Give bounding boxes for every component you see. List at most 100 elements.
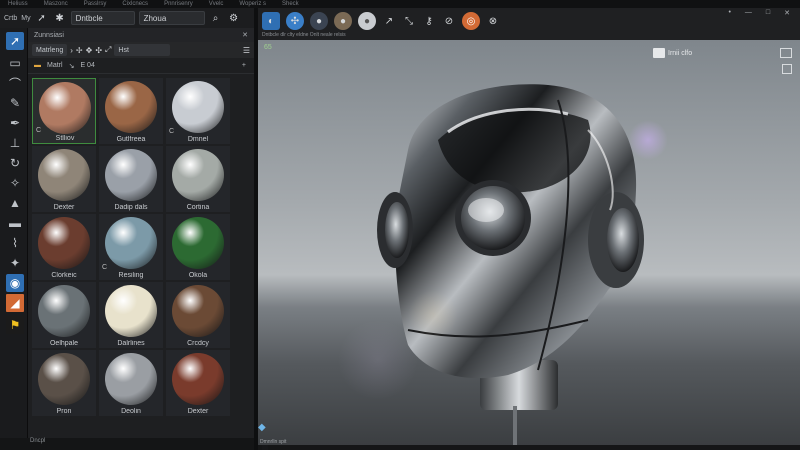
preset-select[interactable]: Hst	[114, 44, 171, 56]
chevron-right-icon[interactable]: ›	[70, 46, 73, 55]
cursor-icon[interactable]: ➚	[35, 11, 49, 25]
material-grid: Stlliov C Gutlfreea Dmnel C Dexter Dadip dals C…	[32, 78, 238, 438]
brush-tool-icon[interactable]: ✎	[6, 94, 24, 112]
sort-icon[interactable]: ☰	[243, 46, 250, 55]
material-name: Pron	[56, 408, 72, 415]
lasso-tool-icon[interactable]: ⌒	[6, 74, 24, 92]
smudge-tool-icon[interactable]: ✧	[6, 174, 24, 192]
tool-icon[interactable]: ✣	[95, 46, 102, 55]
toolbar-button[interactable]: My	[21, 15, 30, 22]
material-swatch[interactable]: Deolin	[99, 350, 163, 416]
sphere-rough-icon[interactable]: ●	[334, 12, 352, 30]
sphere-white-icon[interactable]: ●	[358, 12, 376, 30]
material-swatch[interactable]: Gutlfreea	[99, 78, 163, 144]
brush-icon[interactable]: ⊗	[484, 12, 502, 30]
gear-icon[interactable]: ⚙	[227, 11, 241, 25]
material-name: Dadip dals	[114, 204, 148, 211]
material-type-select[interactable]: Matrleng	[32, 44, 68, 56]
menu-item[interactable]: Passlrsy	[84, 1, 107, 7]
menu-item[interactable]: Heliuss	[8, 1, 28, 7]
move-icon[interactable]: ✢	[76, 46, 83, 55]
eraser-tool-icon[interactable]: ▬	[6, 214, 24, 232]
frame-tool-icon[interactable]: ▭	[6, 54, 24, 72]
minimize-icon[interactable]: —	[745, 9, 752, 17]
material-name: Dexter	[187, 408, 209, 415]
settings-icon[interactable]	[782, 64, 792, 74]
3d-viewport[interactable]: 65 Irnii clfo ◆ Dmnrlln spit	[258, 40, 800, 445]
material-preview-sphere	[172, 217, 224, 269]
menu-item[interactable]: Maszonc	[44, 1, 68, 7]
search-icon[interactable]: ⌕	[209, 11, 223, 25]
scale-arrow-icon[interactable]: ⤡	[400, 12, 418, 30]
tab-materials[interactable]: Matrl	[47, 62, 63, 69]
material-name: Oelhpale	[49, 340, 79, 347]
pen-tool-icon[interactable]: ✒	[6, 114, 24, 132]
material-preview-sphere	[105, 285, 157, 337]
add-icon[interactable]: +	[242, 62, 246, 69]
plugin-tool-icon[interactable]: ⚑	[6, 316, 24, 334]
close-icon[interactable]: ✕	[242, 31, 248, 39]
menu-item[interactable]: Sheck	[282, 1, 299, 7]
link-icon[interactable]: ↘	[69, 62, 75, 70]
material-swatch[interactable]: Clorkeic	[32, 214, 96, 280]
key-icon[interactable]: ⚷	[420, 12, 438, 30]
material-preview-sphere	[38, 285, 90, 337]
panel-header: Zunnsiasi ✕	[28, 28, 254, 42]
material-swatch[interactable]: Dmnel C	[166, 78, 230, 144]
material-swatch[interactable]: Cortina	[166, 146, 230, 212]
display-mode-icon[interactable]	[653, 48, 665, 58]
material-swatch[interactable]: Stlliov C	[32, 78, 96, 144]
magic-tool-icon[interactable]: ✦	[6, 254, 24, 272]
toolbar-button[interactable]: Crtb	[4, 15, 17, 22]
pin-icon[interactable]: ✥	[86, 46, 93, 55]
menu-item[interactable]: Vvelc	[209, 1, 224, 7]
pipette-tool-icon[interactable]: ⌇	[6, 234, 24, 252]
count-label: E 04	[80, 62, 95, 69]
material-swatch[interactable]: Dalrlines	[99, 282, 163, 348]
expand-icon[interactable]: ⤢	[105, 45, 111, 55]
filter-field[interactable]: Zhoua	[138, 11, 205, 25]
record-icon[interactable]: ◎	[462, 12, 480, 30]
status-bar: Dncpl	[0, 438, 254, 450]
material-swatch[interactable]: Dexter	[166, 350, 230, 416]
material-panel: Zunnsiasi ✕ Matrleng › ✢ ✥ ✣ ⤢ Hst ☰ ▬ M…	[28, 28, 268, 450]
rotate-tool-icon[interactable]: ↻	[6, 154, 24, 172]
menu-item[interactable]: Pnnrisenry	[164, 1, 193, 7]
material-name: Okola	[188, 272, 208, 279]
sparkle-icon[interactable]: ✱	[53, 11, 67, 25]
search-field[interactable]: Dntbcle	[70, 11, 135, 25]
material-name: Gutlfreea	[116, 136, 146, 143]
material-swatch[interactable]: Dexter	[32, 146, 96, 212]
material-swatch[interactable]: Pron	[32, 350, 96, 416]
material-swatch[interactable]: Resiling C	[99, 214, 163, 280]
material-name: Dalrlines	[117, 340, 145, 347]
target-icon[interactable]: ⊘	[440, 12, 458, 30]
layer-tool-icon[interactable]: ◉	[6, 274, 24, 292]
stamp-tool-icon[interactable]: ⊥	[6, 134, 24, 152]
axis-gizmo-icon[interactable]: ◆	[258, 422, 266, 433]
material-swatch[interactable]: Dadip dals	[99, 146, 163, 212]
frame-icon[interactable]	[780, 48, 792, 58]
pin-icon[interactable]: •	[728, 9, 730, 17]
folder-icon: ▬	[34, 62, 41, 69]
lens-flare	[628, 120, 668, 160]
robot-head-render	[377, 84, 644, 445]
material-swatch[interactable]: Oelhpale	[32, 282, 96, 348]
material-preview-sphere	[105, 217, 157, 269]
bucket-tool-icon[interactable]: ▲	[6, 194, 24, 212]
move-arrow-icon[interactable]: ↗	[380, 12, 398, 30]
menu-item[interactable]: Cixlcnecs	[122, 1, 148, 7]
close-icon[interactable]: ✕	[784, 9, 790, 17]
gradient-tool-icon[interactable]: ◢	[6, 294, 24, 312]
maximize-icon[interactable]: □	[766, 9, 770, 17]
window-controls: • — □ ✕	[728, 9, 790, 17]
material-preview-sphere	[38, 353, 90, 405]
camera-icon[interactable]: ◐	[262, 12, 280, 30]
sphere-dark-icon[interactable]: ●	[310, 12, 328, 30]
select-tool-icon[interactable]: ➚	[6, 32, 24, 50]
material-swatch[interactable]: Crcdcy	[166, 282, 230, 348]
menu-item[interactable]: Woperiz s	[239, 1, 266, 7]
material-swatch[interactable]: Okola	[166, 214, 230, 280]
lens-flare	[338, 320, 418, 400]
grid-icon[interactable]: ✣	[286, 12, 304, 30]
